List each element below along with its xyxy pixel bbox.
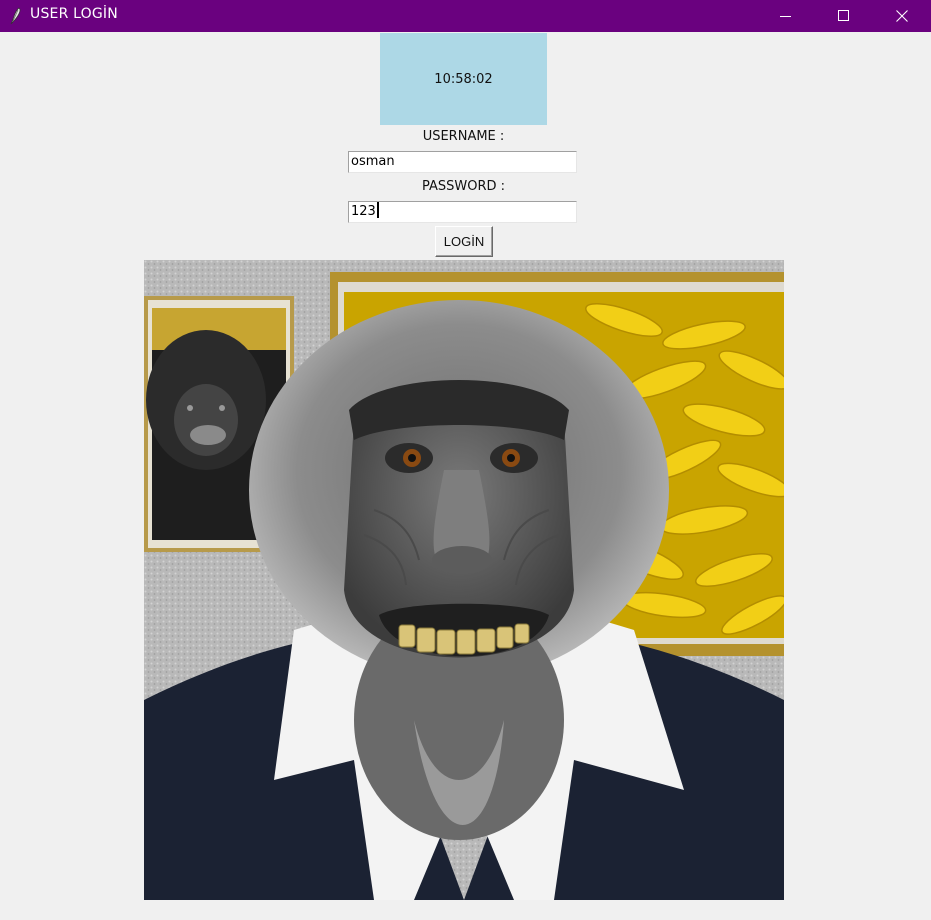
- text-caret: [376, 202, 379, 218]
- close-button[interactable]: [873, 0, 931, 32]
- feather-icon: [10, 7, 21, 25]
- window-title: USER LOGİN: [30, 6, 118, 22]
- minimize-icon: [780, 16, 791, 17]
- username-value: osman: [351, 154, 395, 169]
- maximize-icon: [838, 10, 849, 21]
- clock-time: 10:58:02: [434, 71, 493, 87]
- title-bar: USER LOGİN: [0, 0, 931, 32]
- minimize-button[interactable]: [757, 0, 815, 32]
- username-label: USERNAME :: [422, 129, 505, 144]
- password-field[interactable]: 123: [348, 201, 577, 223]
- password-value: 123: [351, 204, 376, 219]
- password-label: PASSWORD :: [421, 179, 506, 194]
- clock-panel: 10:58:02: [380, 33, 547, 125]
- login-button[interactable]: LOGİN: [435, 226, 493, 257]
- monkey-photo: [144, 260, 784, 900]
- maximize-button[interactable]: [815, 0, 873, 32]
- close-icon: [896, 10, 908, 22]
- username-field[interactable]: osman: [348, 151, 577, 173]
